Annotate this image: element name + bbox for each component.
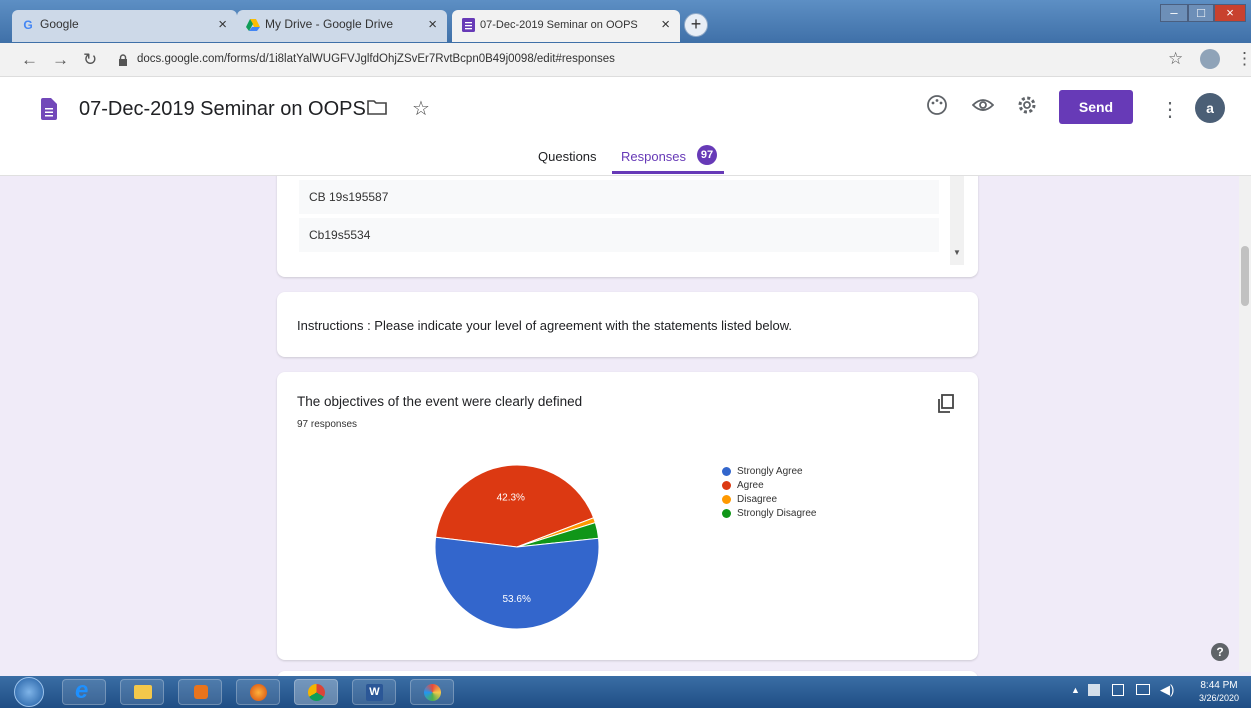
tab-google[interactable]: G Google ×: [12, 10, 237, 42]
star-icon[interactable]: ☆: [412, 96, 430, 121]
instructions-text: Instructions : Please indicate your leve…: [297, 318, 792, 333]
pie-data-label: 42.3%: [497, 493, 525, 504]
list-item: Cb19s5534: [299, 218, 939, 252]
clock-time[interactable]: 8:44 PM: [1194, 680, 1244, 691]
instructions-card: Instructions : Please indicate your leve…: [277, 292, 978, 357]
word-icon[interactable]: W: [352, 679, 396, 705]
network-icon[interactable]: [1136, 684, 1150, 695]
active-tab-indicator: [612, 171, 724, 174]
start-button[interactable]: [14, 677, 44, 707]
forms-header: 07-Dec-2019 Seminar on OOPS ☆ Send ⋮ a Q…: [0, 77, 1251, 176]
tray-expand-icon[interactable]: ▲: [1071, 685, 1080, 695]
legend-item: Strongly Disagree: [722, 506, 816, 520]
forms-logo-icon[interactable]: [41, 98, 57, 125]
pie-chart: 42.3% 53.6%: [434, 464, 600, 630]
media-player-icon[interactable]: [178, 679, 222, 705]
paint-icon[interactable]: [410, 679, 454, 705]
legend-swatch: [722, 480, 731, 490]
pie-slice-strongly-agree[interactable]: [434, 536, 600, 630]
avatar[interactable]: a: [1195, 93, 1225, 123]
close-window-button[interactable]: ×: [1214, 4, 1246, 22]
tab-google-drive[interactable]: My Drive - Google Drive ×: [237, 10, 447, 42]
bookmark-star-icon[interactable]: ☆: [1168, 49, 1183, 69]
legend-label: Strongly Disagree: [737, 507, 817, 519]
tab-title: My Drive - Google Drive: [265, 17, 394, 31]
pie-data-label: 53.6%: [503, 594, 531, 605]
forms-icon: [461, 18, 475, 32]
help-icon[interactable]: ?: [1211, 643, 1229, 661]
action-center-flag-icon[interactable]: [1088, 684, 1100, 696]
back-icon[interactable]: ←: [21, 50, 38, 70]
tab-questions[interactable]: Questions: [538, 149, 597, 164]
address-bar: ← → ↻ docs.google.com/forms/d/1i8latYalW…: [0, 43, 1251, 77]
chart-legend: Strongly Agree Agree Disagree Strongly Disa…: [722, 464, 816, 520]
list-item: CB 19s195587: [299, 180, 939, 214]
profile-icon[interactable]: [1200, 49, 1220, 69]
response-count-text: 97 responses: [297, 419, 358, 430]
firefox-icon[interactable]: [236, 679, 280, 705]
legend-item: Disagree: [722, 492, 816, 506]
tab-title: 07-Dec-2019 Seminar on OOPS: [480, 19, 638, 31]
lock-icon: [118, 53, 128, 71]
chrome-icon[interactable]: [294, 679, 338, 705]
reload-icon[interactable]: ↻: [83, 50, 97, 70]
maximize-button[interactable]: □: [1188, 4, 1214, 22]
question-title: The objectives of the event were clearly…: [297, 394, 583, 409]
tab-title: Google: [40, 17, 79, 31]
more-options-icon[interactable]: ⋮: [1160, 97, 1180, 122]
folder-icon[interactable]: [367, 99, 387, 120]
menu-dots-icon[interactable]: ⋮: [1236, 49, 1251, 69]
legend-item: Agree: [722, 478, 816, 492]
question-card: The objectives of the event were clearly…: [277, 372, 978, 660]
answer-text: CB 19s195587: [309, 190, 389, 204]
forward-icon[interactable]: →: [52, 50, 69, 70]
legend-swatch: [722, 466, 731, 476]
close-icon[interactable]: ×: [428, 16, 437, 33]
minimize-button[interactable]: –: [1160, 4, 1188, 22]
palette-icon[interactable]: [926, 94, 948, 121]
new-tab-button[interactable]: +: [684, 13, 708, 37]
page-scrollbar[interactable]: [1239, 176, 1251, 672]
file-explorer-icon[interactable]: [120, 679, 164, 705]
scroll-down-arrow-icon[interactable]: ▼: [953, 248, 961, 257]
form-title[interactable]: 07-Dec-2019 Seminar on OOPS: [79, 98, 366, 121]
answers-card: CB 19s195587 Cb19s5534 ▼: [277, 160, 978, 277]
legend-label: Disagree: [737, 493, 778, 505]
response-count-badge: 97: [697, 145, 717, 165]
power-icon[interactable]: [1112, 684, 1124, 696]
internet-explorer-icon[interactable]: e: [62, 677, 106, 705]
tab-forms[interactable]: 07-Dec-2019 Seminar on OOPS ×: [452, 10, 680, 42]
preview-eye-icon[interactable]: [971, 97, 995, 118]
scrollbar-thumb[interactable]: [1241, 246, 1249, 306]
legend-swatch: [722, 508, 731, 518]
answer-text: Cb19s5534: [309, 228, 371, 242]
close-icon[interactable]: ×: [661, 16, 670, 33]
list-scrollbar[interactable]: ▼: [950, 170, 964, 265]
settings-gear-icon[interactable]: [1016, 94, 1038, 121]
clock-date[interactable]: 3/26/2020: [1194, 693, 1244, 703]
send-button[interactable]: Send: [1059, 90, 1133, 124]
copy-chart-icon[interactable]: [937, 394, 955, 419]
windows-taskbar: e W ▲ ◀) 8:44 PM 3/26/2020: [0, 676, 1251, 708]
url-text[interactable]: docs.google.com/forms/d/1i8latYalWUGFVJg…: [137, 53, 615, 65]
google-icon: G: [23, 18, 33, 32]
legend-label: Strongly Agree: [737, 465, 803, 477]
close-icon[interactable]: ×: [218, 16, 227, 33]
tab-responses[interactable]: Responses: [621, 149, 686, 164]
legend-swatch: [722, 494, 731, 504]
drive-icon: [246, 18, 260, 32]
legend-label: Agree: [737, 479, 764, 491]
legend-item: Strongly Agree: [722, 464, 816, 478]
browser-tab-strip: G Google × My Drive - Google Drive × 07-…: [0, 0, 1251, 43]
volume-icon[interactable]: ◀): [1160, 682, 1174, 698]
